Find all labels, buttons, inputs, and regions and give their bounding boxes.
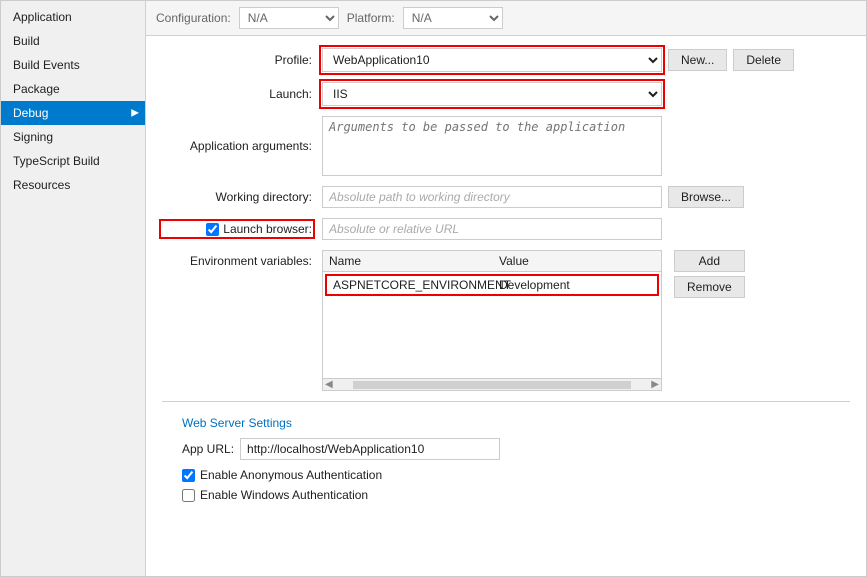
app-url-label: App URL: [182, 442, 234, 456]
launch-browser-row: Launch browser: [162, 218, 850, 240]
sidebar: Application Build Build Events Package D… [1, 1, 146, 576]
configuration-label: Configuration: [156, 11, 231, 25]
sidebar-item-build[interactable]: Build [1, 29, 145, 53]
launch-label: Launch: [162, 87, 322, 101]
env-col-value-header: Value [499, 254, 655, 268]
sidebar-label-build: Build [13, 34, 40, 48]
sidebar-item-signing[interactable]: Signing [1, 125, 145, 149]
env-scroll-thumb[interactable] [353, 381, 632, 389]
env-col-name-header: Name [329, 254, 499, 268]
launch-control: IIS [322, 82, 850, 106]
configuration-select[interactable]: N/A [239, 7, 339, 29]
app-arguments-label: Application arguments: [162, 139, 322, 153]
env-table-row[interactable]: ASPNETCORE_ENVIRONMENT Development [325, 274, 659, 296]
working-dir-control: Browse... [322, 186, 850, 208]
delete-button[interactable]: Delete [733, 49, 794, 71]
env-vars-row: Environment variables: Name Value ASPNET… [162, 250, 850, 391]
platform-label: Platform: [347, 11, 395, 25]
launch-browser-checkbox-group: Launch browser: [162, 222, 312, 236]
launch-select[interactable]: IIS [322, 82, 662, 106]
top-bar: Configuration: N/A Platform: N/A [146, 1, 866, 36]
sidebar-label-debug: Debug [13, 106, 48, 120]
section-divider [162, 401, 850, 402]
sidebar-item-typescript-build[interactable]: TypeScript Build [1, 149, 145, 173]
sidebar-item-package[interactable]: Package [1, 77, 145, 101]
windows-auth-label: Enable Windows Authentication [200, 488, 368, 502]
env-table: Name Value ASPNETCORE_ENVIRONMENT Develo… [322, 250, 662, 391]
profile-select[interactable]: WebApplication10 [322, 48, 662, 72]
platform-select[interactable]: N/A [403, 7, 503, 29]
env-cell-name: ASPNETCORE_ENVIRONMENT [333, 278, 499, 292]
env-table-header: Name Value [323, 251, 661, 272]
windows-auth-checkbox[interactable] [182, 489, 195, 502]
launch-browser-label: Launch browser: [223, 222, 312, 236]
launch-row: Launch: IIS [162, 82, 850, 106]
profile-control: WebApplication10 New... Delete [322, 48, 850, 72]
anon-auth-label: Enable Anonymous Authentication [200, 468, 382, 482]
app-arguments-control [322, 116, 850, 176]
main-panel: Configuration: N/A Platform: N/A Profile… [146, 1, 866, 576]
sidebar-label-application: Application [13, 10, 72, 24]
profile-row: Profile: WebApplication10 New... Delete [162, 48, 850, 72]
env-cell-value: Development [499, 278, 651, 292]
sidebar-label-signing: Signing [13, 130, 53, 144]
app-arguments-textarea[interactable] [322, 116, 662, 176]
sidebar-item-debug[interactable]: Debug [1, 101, 145, 125]
content-area: Profile: WebApplication10 New... Delete … [146, 36, 866, 576]
working-dir-input[interactable] [322, 186, 662, 208]
profile-label: Profile: [162, 53, 322, 67]
anon-auth-row: Enable Anonymous Authentication [182, 468, 850, 482]
sidebar-label-typescript-build: TypeScript Build [13, 154, 100, 168]
anon-auth-checkbox[interactable] [182, 469, 195, 482]
working-dir-row: Working directory: Browse... [162, 186, 850, 208]
web-server-settings: App URL: Enable Anonymous Authentication… [182, 438, 850, 502]
windows-auth-row: Enable Windows Authentication [182, 488, 850, 502]
env-buttons: Add Remove [674, 250, 745, 298]
env-vars-label: Environment variables: [162, 250, 322, 268]
env-table-empty-space [323, 298, 661, 378]
remove-button[interactable]: Remove [674, 276, 745, 298]
launch-browser-label-cell: Launch browser: [162, 222, 322, 236]
sidebar-item-resources[interactable]: Resources [1, 173, 145, 197]
launch-browser-url-input[interactable] [322, 218, 662, 240]
new-button[interactable]: New... [668, 49, 727, 71]
sidebar-item-application[interactable]: Application [1, 5, 145, 29]
env-vars-control: Name Value ASPNETCORE_ENVIRONMENT Develo… [322, 250, 850, 391]
web-server-section-header: Web Server Settings [182, 416, 850, 430]
add-button[interactable]: Add [674, 250, 745, 272]
sidebar-item-build-events[interactable]: Build Events [1, 53, 145, 77]
browse-button[interactable]: Browse... [668, 186, 744, 208]
app-arguments-row: Application arguments: [162, 116, 850, 176]
launch-browser-checkbox[interactable] [206, 223, 219, 236]
sidebar-label-build-events: Build Events [13, 58, 80, 72]
app-url-row: App URL: [182, 438, 850, 460]
sidebar-label-package: Package [13, 82, 60, 96]
app-url-input[interactable] [240, 438, 500, 460]
env-scrollbar[interactable]: ◀ ▶ [323, 378, 661, 390]
sidebar-label-resources: Resources [13, 178, 70, 192]
working-dir-label: Working directory: [162, 190, 322, 204]
launch-browser-url-control [322, 218, 850, 240]
